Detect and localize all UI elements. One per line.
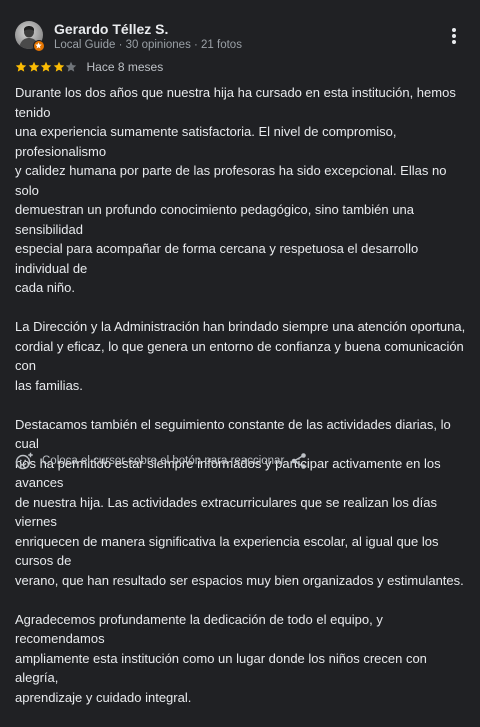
review-footer: Coloca el cursor sobre el botón para rea… [15,452,470,474]
reviewer-meta: Local Guide · 30 opiniones · 21 fotos [54,39,242,51]
star-filled-icon [28,61,39,72]
star-filled-icon [15,61,27,72]
star-filled-icon [40,61,52,72]
rating-row: Hace 8 meses [15,59,163,75]
review-paragraph: Durante los dos años que nuestra hija ha… [15,85,456,295]
reviewer-name[interactable]: Gerardo Téllez S. [54,21,168,37]
more-vert-dot [452,34,456,38]
more-options-button[interactable] [446,26,462,46]
more-vert-dot [452,40,456,44]
review-time: Hace 8 meses [86,60,164,74]
local-guide-badge-icon [33,40,45,52]
review-header: Gerardo Téllez S. Local Guide · 30 opini… [15,18,470,58]
add-reaction-icon[interactable] [15,452,33,470]
review-paragraph: Agradecemos profundamente la dedicación … [15,611,427,705]
react-hint-text: Coloca el cursor sobre el botón para rea… [42,455,285,467]
review-paragraph: La Dirección y la Administración han bri… [15,319,466,393]
review-card: Gerardo Téllez S. Local Guide · 30 opini… [0,0,480,705]
review-text: Durante los dos años que nuestra hija ha… [15,83,473,727]
star-empty-icon [65,61,77,72]
more-vert-icon [452,28,456,32]
review-paragraph: Destacamos también el seguimiento consta… [15,416,464,588]
star-filled-icon [53,61,64,72]
star-rating [15,61,78,73]
share-icon[interactable] [290,452,308,470]
